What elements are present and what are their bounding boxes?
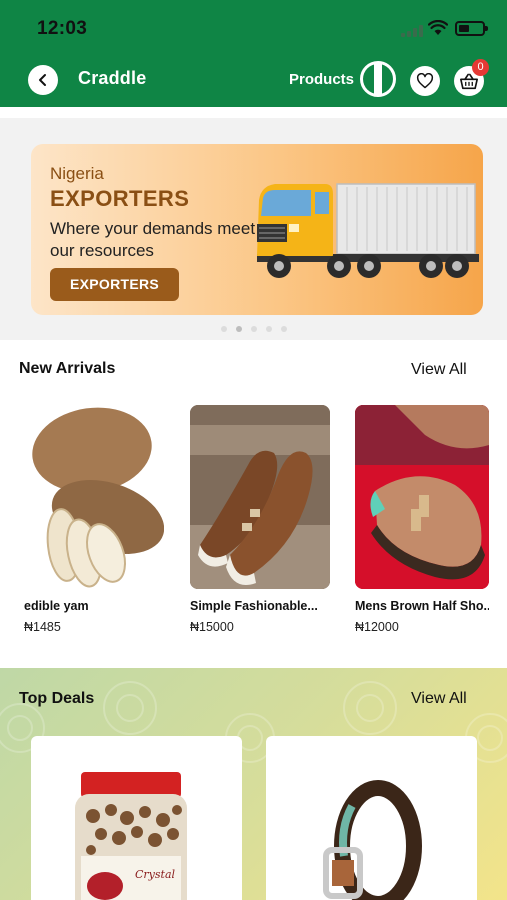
banner-tagline: Where your demands meet our resources [50, 219, 256, 260]
product-image-yam[interactable] [24, 405, 164, 589]
product-name: Simple Fashionable... [190, 599, 318, 613]
product-name: edible yam [24, 599, 89, 613]
banner-carousel[interactable]: Nigeria EXPORTERS Where your demands mee… [0, 118, 507, 340]
new-arrivals-title: New Arrivals [19, 360, 116, 377]
promo-banner[interactable]: Nigeria EXPORTERS Where your demands mee… [31, 144, 483, 315]
top-deals-title: Top Deals [19, 690, 95, 707]
yam-image [32, 407, 164, 588]
heart-icon [416, 73, 434, 89]
snack-jar-image: Crystal [75, 772, 187, 900]
page-title: Craddle [78, 68, 147, 88]
back-button[interactable] [28, 65, 58, 95]
cart-count-badge: 0 [472, 59, 489, 76]
carousel-dot[interactable] [235, 326, 242, 332]
deal-card[interactable] [266, 736, 477, 900]
chevron-left-icon [39, 74, 46, 86]
carousel-dot[interactable] [220, 326, 227, 332]
product-card[interactable]: Simple Fashionable... ₦15000 [190, 405, 330, 634]
products-link[interactable]: Products [289, 71, 354, 88]
half-shoe-image [355, 405, 489, 589]
carousel-dot[interactable] [250, 326, 257, 332]
product-image-shoes[interactable] [190, 405, 330, 589]
nav-bar: Craddle Products 0 [0, 58, 507, 104]
battery-icon [455, 21, 488, 36]
svg-text:Crystal: Crystal [135, 868, 176, 881]
product-name: Mens Brown Half Sho... [355, 599, 489, 613]
product-price: ₦15000 [190, 620, 234, 634]
truck-image [257, 183, 479, 278]
wifi-icon [428, 20, 448, 35]
carousel-indicator [0, 326, 507, 334]
product-price: ₦12000 [355, 620, 399, 634]
product-card[interactable]: edible yam ₦1485 [24, 405, 164, 634]
wishlist-button[interactable] [410, 66, 440, 96]
carousel-dot[interactable] [265, 326, 272, 332]
exporters-button[interactable]: EXPORTERS [50, 268, 179, 301]
product-price: ₦1485 [24, 620, 61, 634]
top-deals-view-all[interactable]: View All [411, 690, 467, 708]
product-image-half-shoe[interactable] [355, 405, 489, 589]
status-time: 12:03 [37, 18, 88, 39]
signal-icon [401, 25, 423, 37]
new-arrivals-view-all[interactable]: View All [411, 361, 467, 379]
status-bar: 12:03 [0, 0, 507, 58]
leather-belt-image [323, 780, 422, 900]
carousel-dot[interactable] [280, 326, 287, 332]
app-header: 12:03 Craddle Products 0 [0, 0, 507, 107]
nigeria-flag-icon[interactable] [360, 61, 396, 97]
shoes-image [190, 405, 330, 589]
deal-card[interactable]: Crystal [31, 736, 242, 900]
product-card[interactable]: Mens Brown Half Sho... ₦12000 [355, 405, 489, 634]
banner-line2: EXPORTERS [50, 186, 190, 211]
banner-line1: Nigeria [50, 164, 104, 183]
